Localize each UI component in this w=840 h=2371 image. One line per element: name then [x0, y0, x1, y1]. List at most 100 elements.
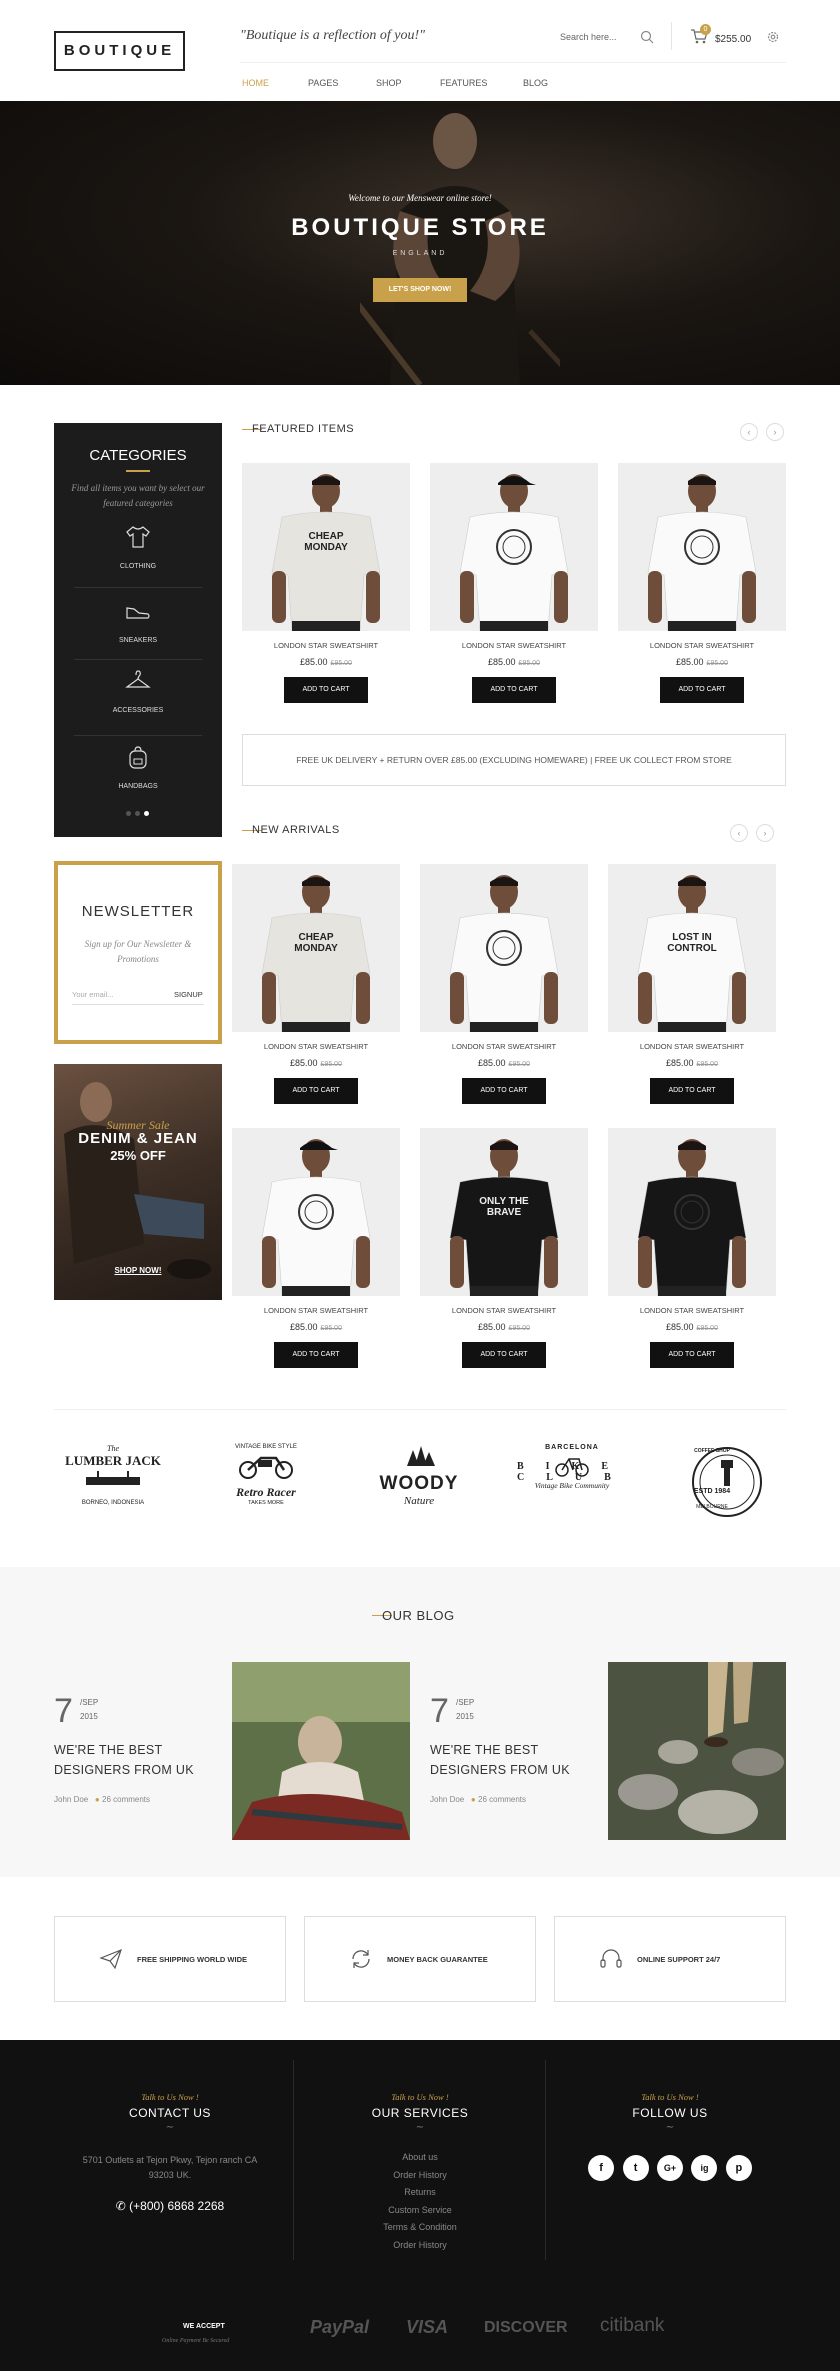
nav-features[interactable]: FEATURES: [440, 78, 487, 88]
add-to-cart-button[interactable]: ADD TO CART: [660, 677, 744, 703]
product-image[interactable]: [232, 1128, 400, 1296]
carousel-dot[interactable]: [126, 811, 131, 816]
product-name[interactable]: LONDON STAR SWEATSHIRT: [232, 1042, 400, 1051]
blog-comments[interactable]: 26 comments: [478, 1795, 526, 1804]
product-card[interactable]: ONLY THE BRAVE LONDON STAR SWEATSHIRT £85.…: [420, 1128, 588, 1368]
brand-logo-coffee-shop[interactable]: COFFEE SHOP ESTD 1984 MELBOURNE: [672, 1444, 782, 1524]
feature-money-back: MONEY BACK GUARANTEE: [304, 1916, 536, 2002]
product-image[interactable]: LOST IN CONTROL: [608, 864, 776, 1032]
footer-link-order-history[interactable]: Order History: [298, 2167, 542, 2185]
nav-pages[interactable]: PAGES: [308, 78, 338, 88]
product-name[interactable]: LONDON STAR SWEATSHIRT: [420, 1306, 588, 1315]
category-clothing[interactable]: CLOTHING: [54, 525, 222, 573]
pinterest-icon[interactable]: p: [725, 2155, 752, 2181]
product-name[interactable]: LONDON STAR SWEATSHIRT: [430, 641, 598, 650]
add-to-cart-button[interactable]: ADD TO CART: [462, 1342, 546, 1368]
product-name[interactable]: LONDON STAR SWEATSHIRT: [420, 1042, 588, 1051]
product-name[interactable]: LONDON STAR SWEATSHIRT: [242, 641, 410, 650]
product-card[interactable]: LONDON STAR SWEATSHIRT £85.00 £95.00 ADD TO…: [608, 1128, 776, 1368]
product-name[interactable]: LONDON STAR SWEATSHIRT: [608, 1042, 776, 1051]
brand-logo-retro-racer[interactable]: VINTAGE BIKE STYLE Retro Racer TAKES MOR…: [211, 1444, 321, 1524]
promo-banner[interactable]: Summer Sale DENIM & JEAN 25% OFF SHOP NO…: [54, 1064, 222, 1300]
footer-link-order-history-2[interactable]: Order History: [298, 2237, 542, 2255]
brand-sub: Nature: [403, 1495, 435, 1507]
product-name[interactable]: LONDON STAR SWEATSHIRT: [618, 641, 786, 650]
add-to-cart-button[interactable]: ADD TO CART: [650, 1342, 734, 1368]
product-card[interactable]: LONDON STAR SWEATSHIRT £85.00 £95.00 ADD TO…: [430, 463, 598, 703]
brand-logo-bike-club[interactable]: BARCELONA BIKE CLUB Vintage Bike Communi…: [517, 1444, 627, 1524]
product-card[interactable]: CHEAP MONDAY LONDON STAR SWEATSHIRT £85.00…: [232, 864, 400, 1104]
hero-welcome-text: Welcome to our Menswear online store!: [348, 193, 492, 203]
twitter-icon[interactable]: t: [622, 2155, 649, 2181]
carousel-dot-active[interactable]: [144, 811, 149, 816]
add-to-cart-button[interactable]: ADD TO CART: [274, 1078, 358, 1104]
footer-phone[interactable]: (+800) 6868 2268: [129, 2199, 224, 2213]
nav-shop[interactable]: SHOP: [376, 78, 402, 88]
brand-logo-woody[interactable]: WOODY Nature: [364, 1444, 474, 1524]
product-name[interactable]: LONDON STAR SWEATSHIRT: [608, 1306, 776, 1315]
shirt-graphic: [674, 1194, 710, 1230]
footer-link-custom-service[interactable]: Custom Service: [298, 2202, 542, 2220]
category-sneakers[interactable]: SNEAKERS: [54, 599, 222, 647]
product-image[interactable]: [608, 1128, 776, 1296]
signup-button[interactable]: SIGNUP: [174, 990, 203, 999]
hanger-icon: [125, 670, 151, 688]
footer-services: Talk to Us Now ! OUR SERVICES ∼ About us…: [298, 2092, 542, 2254]
product-image[interactable]: CHEAP MONDAY: [242, 463, 410, 631]
add-to-cart-button[interactable]: ADD TO CART: [284, 677, 368, 703]
feature-label: FREE SHIPPING WORLD WIDE: [137, 1955, 248, 1964]
shirt-print: LOST IN CONTROL: [667, 932, 717, 954]
add-to-cart-button[interactable]: ADD TO CART: [472, 677, 556, 703]
product-image[interactable]: CHEAP MONDAY: [232, 864, 400, 1032]
product-card[interactable]: LONDON STAR SWEATSHIRT £85.00 £95.00 ADD TO…: [618, 463, 786, 703]
cart-total[interactable]: $255.00: [715, 34, 751, 45]
refresh-icon: [352, 1950, 370, 1968]
search-icon[interactable]: [640, 30, 654, 44]
product-card[interactable]: CHEAP MONDAY LONDON STAR SWEATSHIRT £85.00…: [242, 463, 410, 703]
gear-icon[interactable]: [766, 30, 780, 44]
site-logo[interactable]: BOUTIQUE: [54, 31, 185, 71]
product-image[interactable]: [618, 463, 786, 631]
instagram-icon[interactable]: ig: [691, 2155, 718, 2181]
add-to-cart-button[interactable]: ADD TO CART: [274, 1342, 358, 1368]
next-arrow[interactable]: ›: [766, 423, 784, 441]
footer-link-about[interactable]: About us: [298, 2149, 542, 2167]
footer-link-returns[interactable]: Returns: [298, 2184, 542, 2202]
wave-divider-icon: ∼: [665, 2122, 675, 2133]
prev-arrow[interactable]: ‹: [740, 423, 758, 441]
nav-blog[interactable]: BLOG: [523, 78, 548, 88]
shop-now-button[interactable]: LET'S SHOP NOW!: [373, 278, 467, 302]
next-arrow[interactable]: ›: [756, 824, 774, 842]
product-image[interactable]: [420, 864, 588, 1032]
brand-logo-lumberjack[interactable]: The LUMBER JACK BORNEO, INDONESIA: [58, 1444, 168, 1524]
product-card[interactable]: LONDON STAR SWEATSHIRT £85.00 £95.00 ADD TO…: [420, 864, 588, 1104]
category-accessories[interactable]: ACCESSORIES: [54, 669, 222, 717]
blog-post[interactable]: 7 /SEP 2015: [54, 1692, 98, 1731]
prev-arrow[interactable]: ‹: [730, 824, 748, 842]
blog-image[interactable]: [608, 1662, 786, 1840]
blog-post-title[interactable]: WE'RE THE BEST DESIGNERS FROM UK: [430, 1740, 610, 1780]
google-plus-icon[interactable]: G+: [657, 2155, 683, 2181]
add-to-cart-button[interactable]: ADD TO CART: [650, 1078, 734, 1104]
product-image[interactable]: [430, 463, 598, 631]
product-card[interactable]: LOST IN CONTROL LONDON STAR SWEATSHIRT £85…: [608, 864, 776, 1104]
carousel-dot[interactable]: [135, 811, 140, 816]
blog-comments[interactable]: 26 comments: [102, 1795, 150, 1804]
product-image[interactable]: ONLY THE BRAVE: [420, 1128, 588, 1296]
blog-image[interactable]: [232, 1662, 410, 1840]
facebook-icon[interactable]: f: [588, 2155, 615, 2181]
product-price: £85.00 £95.00: [420, 1322, 588, 1332]
hero-banner: [0, 101, 840, 385]
footer-link-terms[interactable]: Terms & Condition: [298, 2219, 542, 2237]
product-name[interactable]: LONDON STAR SWEATSHIRT: [232, 1306, 400, 1315]
blog-post[interactable]: 7 /SEP 2015: [430, 1692, 474, 1731]
add-to-cart-button[interactable]: ADD TO CART: [462, 1078, 546, 1104]
nav-home[interactable]: HOME: [242, 78, 269, 88]
blog-post-title[interactable]: WE'RE THE BEST DESIGNERS FROM UK: [54, 1740, 234, 1780]
category-handbags[interactable]: HANDBAGS: [54, 745, 222, 793]
product-card[interactable]: LONDON STAR SWEATSHIRT £85.00 £95.00 ADD TO…: [232, 1128, 400, 1368]
search-input[interactable]: Search here...: [560, 32, 617, 42]
new-arrivals-title: NEW ARRIVALS: [252, 824, 340, 836]
newsletter-email-input[interactable]: Your email...: [72, 990, 152, 999]
promo-shop-link[interactable]: SHOP NOW!: [54, 1266, 222, 1275]
